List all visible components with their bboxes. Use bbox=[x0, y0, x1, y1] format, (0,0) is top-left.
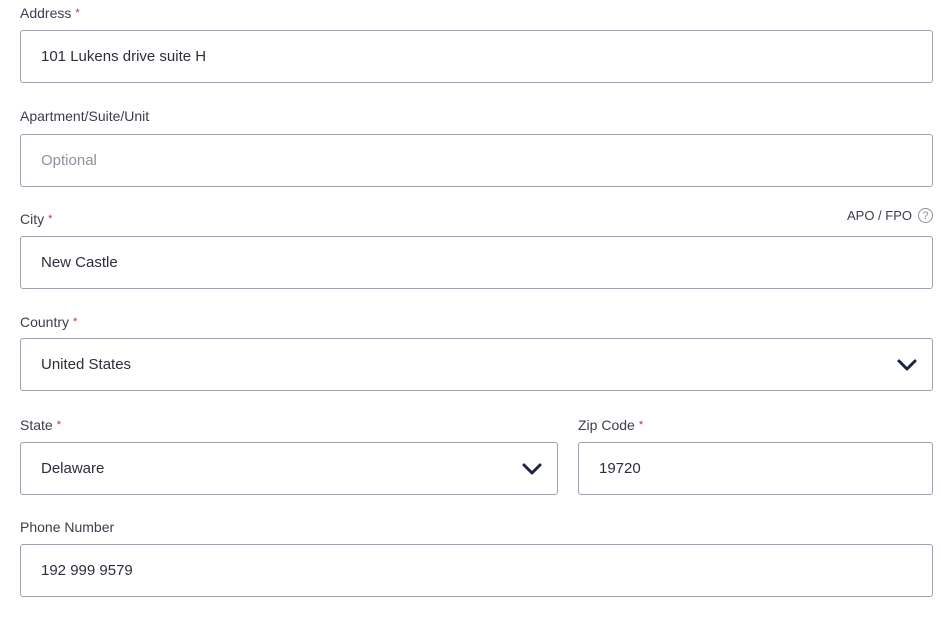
apartment-input[interactable]: Optional bbox=[20, 134, 933, 187]
apartment-label-text: Apartment/Suite/Unit bbox=[20, 108, 150, 124]
city-input[interactable]: New Castle bbox=[20, 236, 933, 289]
city-label: City * bbox=[20, 210, 52, 228]
required-marker: * bbox=[73, 316, 78, 328]
phone-value: 192 999 9579 bbox=[41, 562, 133, 579]
country-select[interactable]: United States bbox=[20, 338, 933, 391]
chevron-down-icon bbox=[897, 359, 917, 370]
country-label: Country * bbox=[20, 313, 77, 331]
required-marker: * bbox=[56, 419, 61, 431]
phone-input[interactable]: 192 999 9579 bbox=[20, 544, 933, 597]
state-label: State * bbox=[20, 416, 61, 434]
address-label-text: Address bbox=[20, 5, 72, 21]
apo-fpo-label: APO / FPO bbox=[846, 208, 912, 223]
address-label: Address * bbox=[20, 4, 80, 22]
address-input[interactable]: 101 Lukens drive suite H bbox=[20, 30, 933, 83]
phone-label-text: Phone Number bbox=[20, 519, 115, 535]
city-value: New Castle bbox=[41, 254, 118, 271]
zip-label: Zip Code * bbox=[578, 416, 643, 434]
zip-input[interactable]: 19720 bbox=[578, 442, 933, 495]
zip-value: 19720 bbox=[599, 460, 641, 477]
required-marker: * bbox=[75, 7, 80, 19]
state-label-text: State bbox=[20, 417, 53, 433]
required-marker: * bbox=[638, 419, 644, 431]
zip-label-text: Zip Code bbox=[578, 417, 635, 433]
state-select[interactable]: Delaware bbox=[20, 442, 558, 495]
required-marker: * bbox=[48, 213, 53, 225]
phone-label: Phone Number bbox=[20, 518, 114, 536]
chevron-down-icon bbox=[522, 463, 542, 474]
apartment-label: Apartment/Suite/Unit bbox=[20, 107, 149, 125]
city-label-text: City bbox=[20, 211, 45, 227]
country-selected-value: United States bbox=[41, 356, 132, 373]
apo-fpo-link[interactable]: APO / FPO ? bbox=[847, 208, 933, 223]
apartment-placeholder: Optional bbox=[41, 152, 97, 169]
address-value: 101 Lukens drive suite H bbox=[41, 48, 207, 65]
state-selected-value: Delaware bbox=[41, 460, 105, 477]
question-circle-icon[interactable]: ? bbox=[918, 208, 933, 223]
country-label-text: Country bbox=[20, 314, 70, 330]
